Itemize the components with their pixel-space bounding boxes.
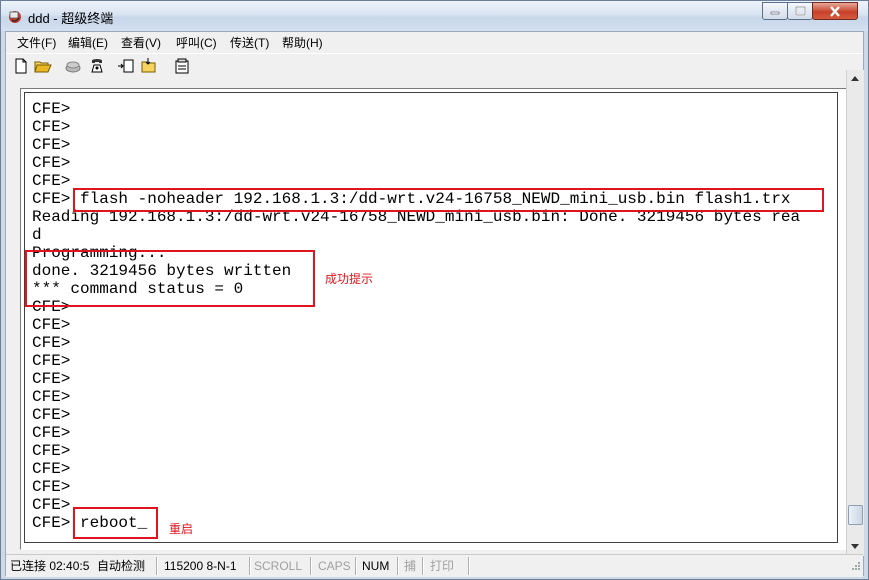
maximize-icon xyxy=(794,6,806,16)
flash-command-highlight xyxy=(73,188,824,212)
status-separator xyxy=(468,557,470,575)
hyperterminal-app-icon[interactable] xyxy=(7,8,23,24)
terminal-line: d xyxy=(32,226,42,244)
terminal-line: CFE> xyxy=(32,388,71,406)
close-icon xyxy=(830,5,840,17)
title-bar[interactable]: ddd - 超级终端 xyxy=(1,1,868,31)
terminal-line: CFE> xyxy=(32,334,71,352)
resize-grip-icon[interactable] xyxy=(849,561,861,573)
status-caps: CAPS xyxy=(318,559,351,573)
vertical-scrollbar[interactable] xyxy=(846,70,864,556)
success-output-highlight xyxy=(25,250,315,307)
success-annotation: 成功提示 xyxy=(325,272,374,286)
terminal-line: CFE> xyxy=(32,352,71,370)
close-button[interactable] xyxy=(812,2,858,20)
status-num: NUM xyxy=(362,559,390,573)
terminal-client-area: CFE> CFE> CFE> CFE> CFE> CFE> flash -noheader… xyxy=(6,78,863,554)
maximize-button[interactable] xyxy=(787,2,813,20)
status-separator xyxy=(310,557,312,575)
status-scroll: SCROLL xyxy=(254,559,303,573)
menu-file[interactable]: 文件(F) xyxy=(17,34,56,51)
scroll-down-arrow-icon xyxy=(851,543,859,549)
open-folder-icon[interactable] xyxy=(34,57,52,75)
status-separator xyxy=(355,557,357,575)
properties-icon[interactable] xyxy=(173,57,191,75)
status-separator xyxy=(249,557,251,575)
window-frame: 文件(F) 编辑(E) 查看(V) 呼叫(C) 传送(T) 帮助(H) CFE>… xyxy=(5,31,864,577)
terminal-line: CFE> xyxy=(32,316,71,334)
status-separator xyxy=(156,557,158,575)
terminal-border: CFE> CFE> CFE> CFE> CFE> CFE> flash -noheader… xyxy=(20,88,848,550)
status-separator xyxy=(422,557,424,575)
status-print: 打印 xyxy=(430,559,455,573)
reboot-annotation: 重启 xyxy=(169,522,194,536)
terminal-line: CFE> xyxy=(32,460,71,478)
window-title: ddd - 超级终端 xyxy=(28,11,114,26)
status-capture: 捕 xyxy=(404,559,417,573)
terminal-line: CFE> xyxy=(32,154,71,172)
receive-file-icon[interactable] xyxy=(140,57,158,75)
status-port-settings: 115200 8-N-1 xyxy=(164,559,237,573)
menu-transfer[interactable]: 传送(T) xyxy=(230,34,269,51)
terminal-output: CFE> CFE> CFE> CFE> CFE> CFE> flash -noheader… xyxy=(32,100,800,532)
menu-bar: 文件(F) 编辑(E) 查看(V) 呼叫(C) 传送(T) 帮助(H) xyxy=(6,32,863,52)
scroll-up-button[interactable] xyxy=(847,70,863,86)
terminal-line: CFE> xyxy=(32,118,71,136)
terminal-line: CFE> xyxy=(32,100,71,118)
reboot-command-highlight xyxy=(73,507,158,539)
status-connection-time: 已连接 02:40:5 xyxy=(10,559,90,573)
call-icon[interactable] xyxy=(88,57,106,75)
status-separator xyxy=(397,557,399,575)
menu-view[interactable]: 查看(V) xyxy=(121,34,161,51)
hyperterminal-window: ddd - 超级终端 文件(F) 编辑(E) 查看(V) 呼叫(C) 传送(T)… xyxy=(0,0,869,580)
terminal-line: CFE> xyxy=(32,136,71,154)
terminal-line: CFE> xyxy=(32,442,71,460)
status-auto-detect: 自动检测 xyxy=(97,559,146,573)
scrollbar-thumb[interactable] xyxy=(848,505,863,525)
scroll-up-arrow-icon xyxy=(851,75,859,81)
send-file-icon[interactable] xyxy=(117,57,135,75)
terminal-line: CFE> xyxy=(32,424,71,442)
status-bar: 已连接 02:40:5 自动检测 115200 8-N-1 SCROLL CAP… xyxy=(6,554,863,577)
minimize-button[interactable] xyxy=(762,2,788,20)
toolbar xyxy=(6,53,863,79)
minimize-icon xyxy=(770,11,780,15)
menu-help[interactable]: 帮助(H) xyxy=(282,34,323,51)
terminal-screen[interactable]: CFE> CFE> CFE> CFE> CFE> CFE> flash -noheader… xyxy=(24,92,838,543)
terminal-line: CFE> xyxy=(32,406,71,424)
terminal-line: CFE> xyxy=(32,478,71,496)
menu-edit[interactable]: 编辑(E) xyxy=(68,34,108,51)
scroll-down-button[interactable] xyxy=(847,538,863,554)
new-file-icon[interactable] xyxy=(12,57,30,75)
disconnect-icon[interactable] xyxy=(64,57,82,75)
menu-call[interactable]: 呼叫(C) xyxy=(176,34,217,51)
terminal-line: CFE> xyxy=(32,370,71,388)
